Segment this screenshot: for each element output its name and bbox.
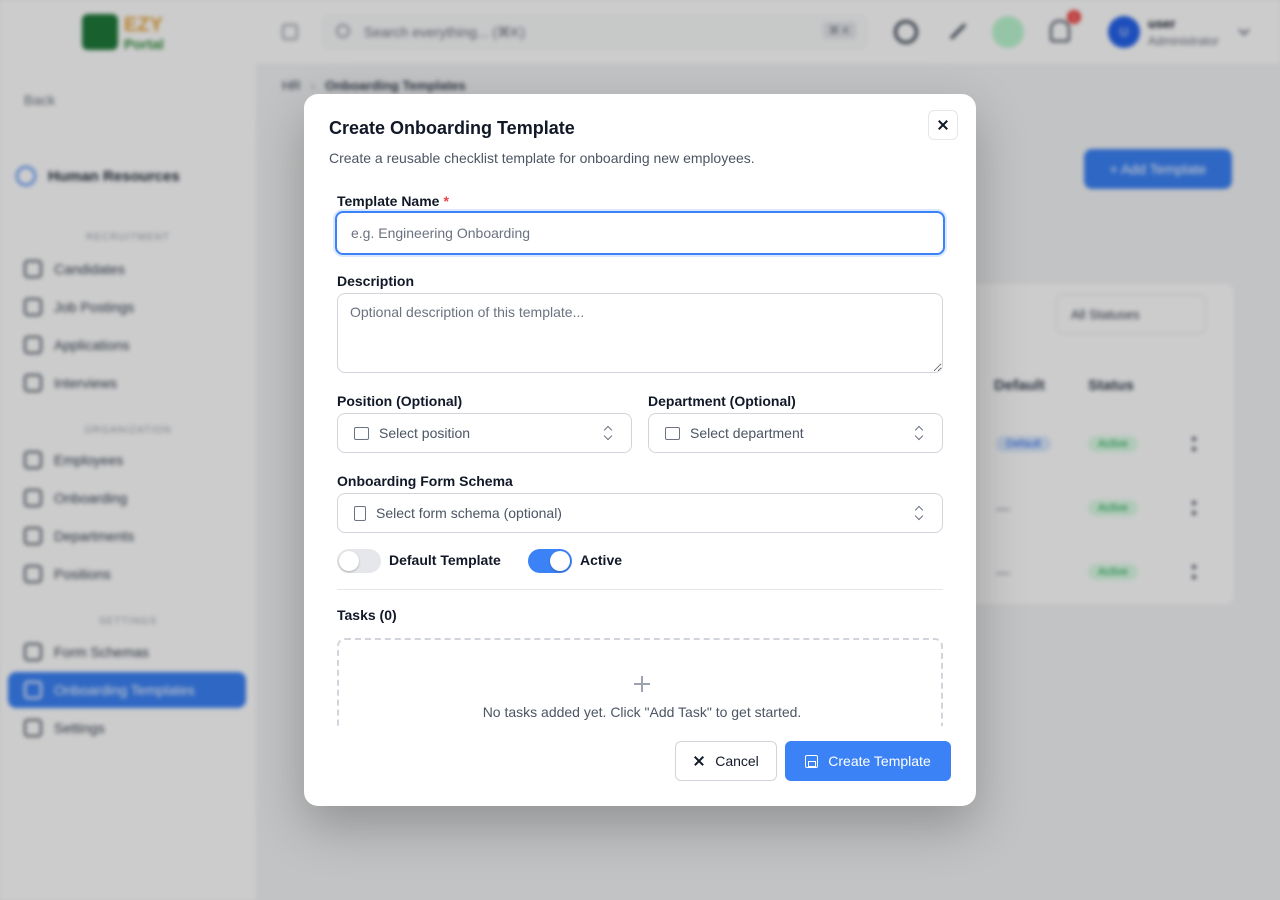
department-select[interactable]: Select department — [648, 413, 943, 453]
form-schema-label: Onboarding Form Schema — [337, 473, 513, 489]
dialog-title: Create Onboarding Template — [329, 118, 575, 138]
cancel-button[interactable]: Cancel — [675, 741, 777, 781]
template-name-input[interactable] — [335, 211, 945, 255]
create-template-button[interactable]: Create Template — [785, 741, 951, 781]
tasks-heading: Tasks (0) — [337, 607, 397, 623]
chevron-up-down-icon — [914, 506, 924, 520]
position-select[interactable]: Select position — [337, 413, 632, 453]
default-template-toggle[interactable] — [337, 549, 381, 573]
description-textarea[interactable] — [337, 293, 943, 373]
briefcase-icon — [354, 426, 369, 440]
position-select-value: Select position — [379, 425, 471, 441]
dialog-description: Create a reusable checklist template for… — [329, 150, 755, 166]
active-toggle[interactable] — [528, 549, 572, 573]
tasks-empty-state: No tasks added yet. Click "Add Task" to … — [337, 638, 943, 726]
plus-icon — [634, 676, 650, 692]
template-name-label-text: Template Name — [337, 193, 440, 209]
active-label: Active — [580, 552, 623, 568]
chevron-up-down-icon — [603, 426, 613, 440]
department-select-value: Select department — [690, 425, 804, 441]
save-icon — [805, 754, 819, 768]
template-name-label: Template Name * — [337, 193, 449, 209]
document-icon — [354, 505, 366, 521]
create-label: Create Template — [828, 753, 931, 769]
form-schema-select[interactable]: Select form schema (optional) — [337, 493, 943, 533]
tasks-empty-text: No tasks added yet. Click "Add Task" to … — [482, 704, 802, 720]
required-mark: * — [443, 193, 449, 209]
create-template-dialog: Create Onboarding Template Create a reus… — [304, 94, 976, 806]
position-label: Position (Optional) — [337, 393, 463, 409]
close-icon — [693, 755, 705, 767]
toggle-knob — [339, 551, 359, 571]
divider — [337, 589, 943, 590]
department-label: Department (Optional) — [648, 393, 796, 409]
cancel-label: Cancel — [715, 753, 759, 769]
toggle-knob — [550, 551, 570, 571]
form-schema-select-value: Select form schema (optional) — [376, 505, 562, 521]
chevron-up-down-icon — [914, 426, 924, 440]
building-icon — [665, 426, 680, 440]
close-icon[interactable] — [928, 110, 958, 140]
default-template-label: Default Template — [389, 552, 501, 568]
description-label: Description — [337, 273, 415, 289]
